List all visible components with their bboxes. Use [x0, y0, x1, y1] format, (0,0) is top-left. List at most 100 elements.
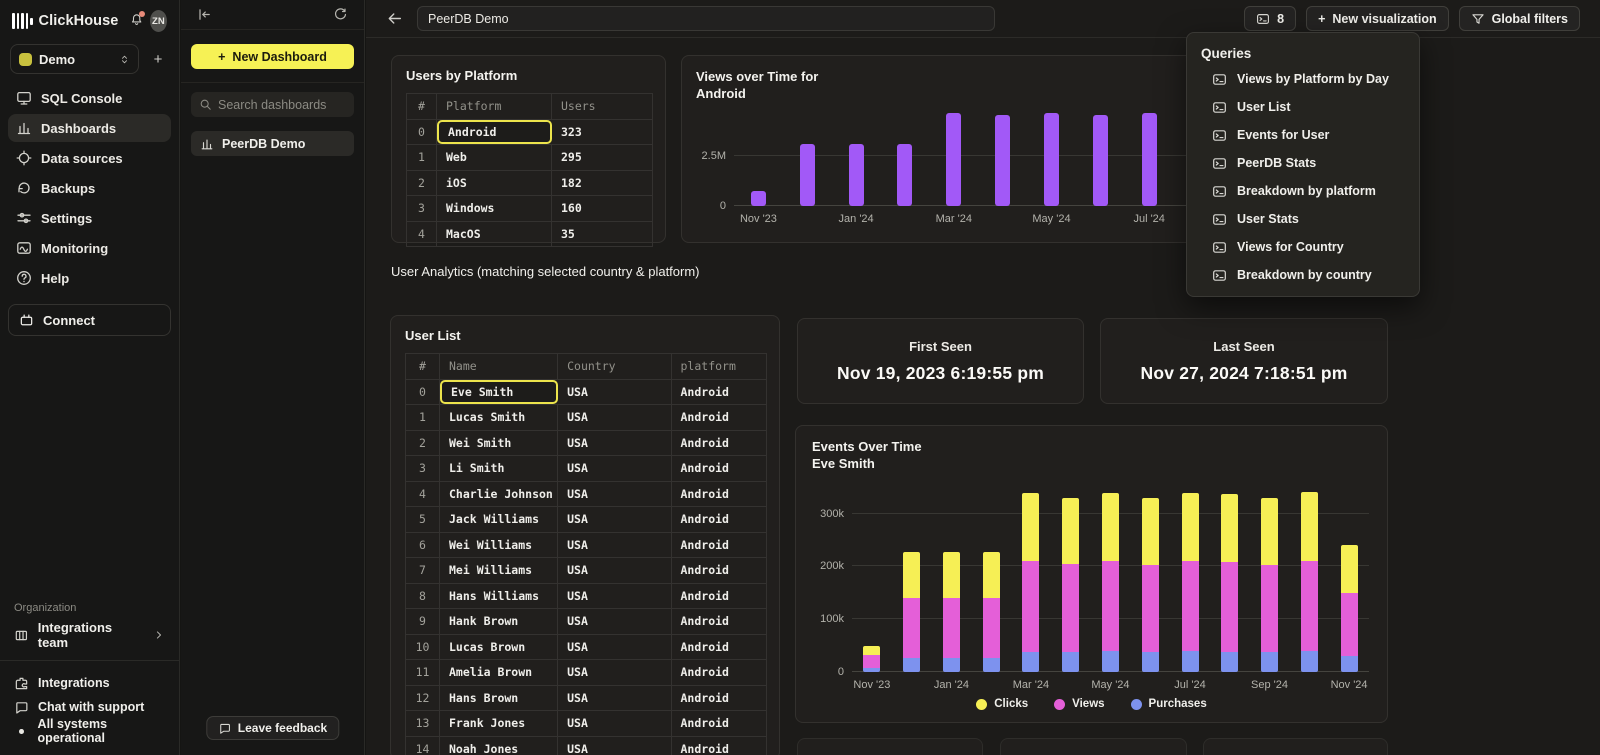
- footer-item-integrations[interactable]: Integrations: [8, 671, 171, 695]
- table-cell[interactable]: Amelia Brown: [440, 660, 558, 685]
- table-cell[interactable]: Android: [672, 431, 766, 456]
- table-cell[interactable]: USA: [558, 660, 671, 685]
- table-cell[interactable]: Android: [672, 482, 766, 507]
- table-cell[interactable]: Android: [672, 380, 766, 405]
- bar-group[interactable]: May '24: [1027, 108, 1076, 206]
- table-row[interactable]: 14Noah JonesUSAAndroid: [406, 737, 766, 755]
- table-cell[interactable]: Mei Williams: [440, 558, 558, 583]
- workspace-selector[interactable]: Demo: [10, 44, 139, 74]
- row-index-cell[interactable]: 9: [406, 609, 440, 634]
- table-cell[interactable]: USA: [558, 482, 671, 507]
- table-row[interactable]: 1Web295: [407, 145, 652, 171]
- bar-group[interactable]: Jan '24: [832, 108, 881, 206]
- row-index-cell[interactable]: 2: [406, 431, 440, 456]
- table-row[interactable]: 0Eve SmithUSAAndroid: [406, 380, 766, 406]
- bar-group[interactable]: [892, 482, 932, 672]
- table-cell[interactable]: Eve Smith: [440, 380, 558, 405]
- table-row[interactable]: 11Amelia BrownUSAAndroid: [406, 660, 766, 686]
- table-cell[interactable]: Jack Williams: [440, 507, 558, 532]
- bar-group[interactable]: Mar '24: [1011, 482, 1051, 672]
- table-cell[interactable]: USA: [558, 558, 671, 583]
- table-cell[interactable]: Android: [672, 558, 766, 583]
- table-cell[interactable]: Android: [672, 635, 766, 660]
- bar-group[interactable]: [978, 108, 1027, 206]
- bar-group[interactable]: [783, 108, 832, 206]
- query-item[interactable]: Views by Platform by Day: [1201, 65, 1405, 93]
- table-cell[interactable]: Li Smith: [440, 456, 558, 481]
- table-cell[interactable]: Hans Williams: [440, 584, 558, 609]
- table-row[interactable]: 2iOS182: [407, 171, 652, 197]
- bar-group[interactable]: Nov '23: [734, 108, 783, 206]
- row-index-cell[interactable]: 0: [406, 380, 440, 405]
- table-cell[interactable]: Frank Jones: [440, 711, 558, 736]
- row-index-cell[interactable]: 1: [407, 145, 437, 170]
- table-cell[interactable]: Android: [672, 584, 766, 609]
- table-cell[interactable]: USA: [558, 635, 671, 660]
- bar-group[interactable]: [971, 482, 1011, 672]
- table-row[interactable]: 2Wei SmithUSAAndroid: [406, 431, 766, 457]
- query-item[interactable]: Views for Country: [1201, 233, 1405, 261]
- organization-team[interactable]: Integrations team: [8, 622, 171, 648]
- sidebar-item-sql-console[interactable]: SQL Console: [8, 84, 171, 112]
- table-cell[interactable]: USA: [558, 456, 671, 481]
- table-row[interactable]: 3Windows160: [407, 196, 652, 222]
- table-row[interactable]: 12Hans BrownUSAAndroid: [406, 686, 766, 712]
- query-item[interactable]: Breakdown by platform: [1201, 177, 1405, 205]
- row-index-cell[interactable]: 5: [406, 507, 440, 532]
- bar-group[interactable]: [1076, 108, 1125, 206]
- bar-group[interactable]: Jul '24: [1125, 108, 1174, 206]
- bar-group[interactable]: [1210, 482, 1250, 672]
- table-cell[interactable]: USA: [558, 507, 671, 532]
- table-row[interactable]: 9Hank BrownUSAAndroid: [406, 609, 766, 635]
- table-cell[interactable]: Hans Brown: [440, 686, 558, 711]
- add-service-button[interactable]: +: [147, 51, 169, 68]
- table-cell[interactable]: 295: [552, 145, 652, 170]
- table-cell[interactable]: Android: [672, 609, 766, 634]
- user-avatar[interactable]: ZN: [150, 10, 167, 32]
- row-index-cell[interactable]: 1: [406, 405, 440, 430]
- table-cell[interactable]: Charlie Johnson: [440, 482, 558, 507]
- query-item[interactable]: Breakdown by country: [1201, 261, 1405, 289]
- row-index-cell[interactable]: 3: [406, 456, 440, 481]
- sidebar-item-help[interactable]: Help: [8, 264, 171, 292]
- table-cell[interactable]: Wei Williams: [440, 533, 558, 558]
- table-cell[interactable]: Android: [672, 711, 766, 736]
- query-item[interactable]: User Stats: [1201, 205, 1405, 233]
- table-row[interactable]: 3Li SmithUSAAndroid: [406, 456, 766, 482]
- dashboard-list-item[interactable]: PeerDB Demo: [191, 131, 354, 156]
- table-cell[interactable]: Windows: [437, 196, 552, 221]
- footer-item-all-systems-operational[interactable]: All systems operational: [8, 719, 171, 743]
- legend-item-purchases[interactable]: Purchases: [1131, 698, 1207, 710]
- table-cell[interactable]: MacOS: [437, 222, 552, 247]
- table-cell[interactable]: Android: [672, 533, 766, 558]
- table-cell[interactable]: 182: [552, 171, 652, 196]
- table-cell[interactable]: 35: [552, 222, 652, 247]
- table-row[interactable]: 6Wei WilliamsUSAAndroid: [406, 533, 766, 559]
- sidebar-item-backups[interactable]: Backups: [8, 174, 171, 202]
- bar-group[interactable]: Jul '24: [1170, 482, 1210, 672]
- table-row[interactable]: 0Android323: [407, 120, 652, 146]
- row-index-cell[interactable]: 4: [407, 222, 437, 247]
- row-index-cell[interactable]: 0: [407, 120, 437, 145]
- table-cell[interactable]: Web: [437, 145, 552, 170]
- refresh-icon[interactable]: [333, 7, 348, 22]
- legend-item-clicks[interactable]: Clicks: [976, 698, 1028, 710]
- query-item[interactable]: PeerDB Stats: [1201, 149, 1405, 177]
- table-cell[interactable]: iOS: [437, 171, 552, 196]
- sidebar-item-settings[interactable]: Settings: [8, 204, 171, 232]
- table-cell[interactable]: USA: [558, 533, 671, 558]
- sidebar-item-monitoring[interactable]: Monitoring: [8, 234, 171, 262]
- row-index-cell[interactable]: 2: [407, 171, 437, 196]
- table-cell[interactable]: USA: [558, 584, 671, 609]
- table-cell[interactable]: Android: [672, 686, 766, 711]
- row-index-cell[interactable]: 8: [406, 584, 440, 609]
- table-cell[interactable]: USA: [558, 609, 671, 634]
- table-cell[interactable]: Wei Smith: [440, 431, 558, 456]
- new-visualization-button[interactable]: + New visualization: [1306, 6, 1449, 31]
- row-index-cell[interactable]: 7: [406, 558, 440, 583]
- table-cell[interactable]: 323: [552, 120, 652, 145]
- bar-group[interactable]: [881, 108, 930, 206]
- sidebar-item-data-sources[interactable]: Data sources: [8, 144, 171, 172]
- row-index-cell[interactable]: 12: [406, 686, 440, 711]
- bar-group[interactable]: Mar '24: [929, 108, 978, 206]
